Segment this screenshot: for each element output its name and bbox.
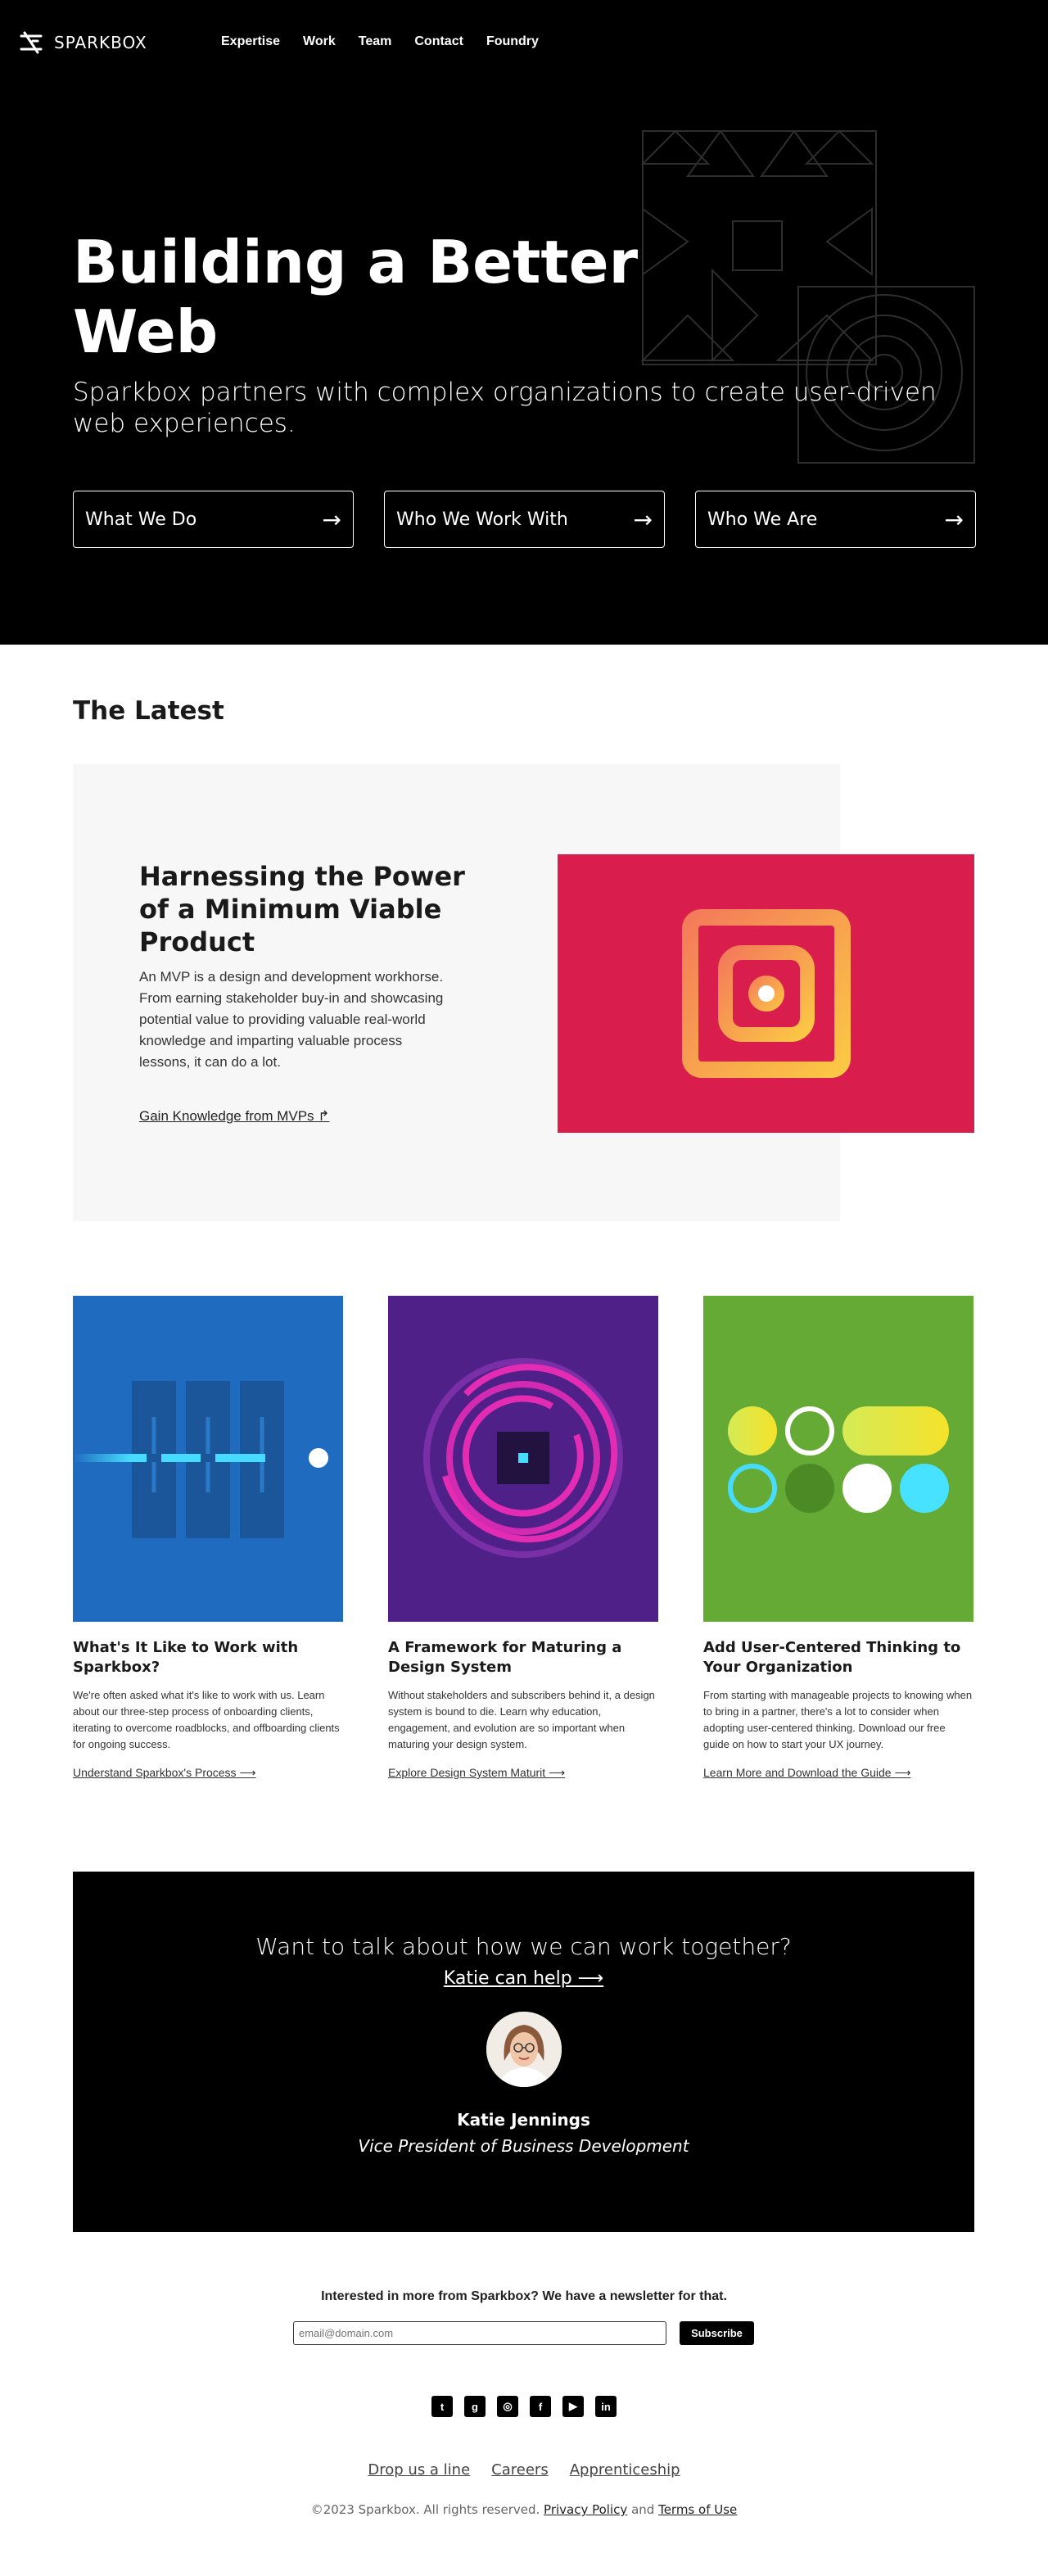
copyright-text: ©2023 Sparkbox. All rights reserved.	[310, 2502, 540, 2517]
copyright: ©2023 Sparkbox. All rights reserved. Pri…	[0, 2502, 1048, 2517]
article-card-title[interactable]: Add User-Centered Thinking to Your Organ…	[703, 1638, 973, 1677]
privacy-policy-link[interactable]: Privacy Policy	[544, 2502, 627, 2517]
contact-katie-link[interactable]: Katie can help ⟶	[444, 1968, 603, 1989]
cta-label: Who We Work With	[396, 509, 568, 530]
main-nav: Expertise Work Team Contact Foundry	[221, 34, 539, 49]
newsletter-form: Subscribe	[293, 2321, 754, 2345]
concentric-rings-icon	[423, 1358, 623, 1558]
article-card: What's It Like to Work with Sparkbox? We…	[73, 1296, 343, 1780]
article-card-link[interactable]: Learn More and Download the Guide ⟶	[703, 1766, 911, 1780]
terms-of-use-link[interactable]: Terms of Use	[658, 2502, 737, 2517]
featured-article-title[interactable]: Harnessing the Power of a Minimum Viable…	[139, 860, 483, 958]
who-we-work-with-button[interactable]: Who We Work With →	[384, 491, 665, 548]
social-links: t g ◎ f ▶ in	[431, 2396, 617, 2417]
latest-heading: The Latest	[73, 696, 224, 726]
process-bars-icon	[73, 1381, 328, 1538]
article-card-description: From starting with manageable projects t…	[703, 1689, 973, 1750]
youtube-icon[interactable]: ▶	[562, 2396, 584, 2417]
site-header: SPARKBOX Expertise Work Team Contact Fou…	[0, 0, 1048, 645]
article-card-title[interactable]: What's It Like to Work with Sparkbox?	[73, 1638, 343, 1677]
apprenticeship-link[interactable]: Apprenticeship	[570, 2461, 680, 2479]
nav-item-foundry[interactable]: Foundry	[486, 34, 539, 49]
person-photo-icon	[486, 2012, 562, 2087]
cta-label: Who We Are	[707, 509, 818, 530]
github-icon[interactable]: g	[464, 2396, 486, 2417]
drop-us-a-line-link[interactable]: Drop us a line	[368, 2461, 470, 2479]
cta-label: What We Do	[85, 509, 197, 530]
arrow-right-icon: →	[322, 505, 341, 533]
article-card: A Framework for Maturing a Design System…	[388, 1296, 658, 1780]
article-card-description: Without stakeholders and subscribers beh…	[388, 1689, 655, 1750]
and-text: and	[631, 2502, 655, 2517]
article-card: Add User-Centered Thinking to Your Organ…	[703, 1296, 973, 1780]
sparkbox-logo[interactable]: SPARKBOX	[16, 28, 147, 57]
contact-question: Want to talk about how we can work toget…	[255, 1933, 792, 1960]
twitter-icon[interactable]: t	[431, 2396, 453, 2417]
nav-item-contact[interactable]: Contact	[414, 34, 463, 49]
dribbble-icon[interactable]: ◎	[497, 2396, 518, 2417]
arrow-right-icon: →	[633, 505, 653, 533]
arrow-right-icon: →	[944, 505, 964, 533]
article-card-image[interactable]	[388, 1296, 658, 1622]
article-cards: What's It Like to Work with Sparkbox? We…	[73, 1296, 973, 1780]
footer-links: Drop us a line Careers Apprenticeship	[0, 2461, 1048, 2479]
sparkbox-logo-icon	[20, 31, 43, 54]
contact-name: Katie Jennings	[457, 2110, 590, 2130]
subscribe-button[interactable]: Subscribe	[680, 2321, 754, 2345]
featured-article-description: An MVP is a design and development workh…	[139, 969, 444, 1070]
avatar	[486, 2012, 562, 2087]
article-card-description: We're often asked what it's like to work…	[73, 1689, 340, 1750]
what-we-do-button[interactable]: What We Do →	[73, 491, 354, 548]
concentric-squares-icon	[681, 909, 851, 1078]
careers-link[interactable]: Careers	[491, 2461, 549, 2479]
article-card-link[interactable]: Explore Design System Maturit ⟶	[388, 1766, 565, 1780]
hero-cta-row: What We Do → Who We Work With → Who We A…	[73, 491, 976, 548]
nav-item-team[interactable]: Team	[359, 34, 392, 49]
nav-item-work[interactable]: Work	[303, 34, 336, 49]
facebook-icon[interactable]: f	[530, 2396, 551, 2417]
brand-name: SPARKBOX	[54, 33, 147, 52]
linkedin-icon[interactable]: in	[595, 2396, 617, 2417]
featured-article-image[interactable]	[558, 854, 974, 1133]
nav-item-expertise[interactable]: Expertise	[221, 34, 280, 49]
article-card-title[interactable]: A Framework for Maturing a Design System	[388, 1638, 658, 1677]
hero-title: Building a Better Web	[73, 228, 639, 366]
article-card-image[interactable]	[73, 1296, 343, 1622]
contact-role: Vice President of Business Development	[358, 2136, 689, 2156]
hero-subtitle: Sparkbox partners with complex organizat…	[73, 378, 937, 438]
who-we-are-button[interactable]: Who We Are →	[695, 491, 976, 548]
article-card-image[interactable]	[703, 1296, 973, 1622]
shapes-grid-icon	[728, 1406, 949, 1513]
email-field[interactable]	[293, 2321, 666, 2345]
contact-section: Want to talk about how we can work toget…	[73, 1872, 974, 2232]
article-card-link[interactable]: Understand Sparkbox's Process ⟶	[73, 1766, 256, 1780]
newsletter-text: Interested in more from Sparkbox? We hav…	[321, 2289, 727, 2303]
featured-article-link[interactable]: Gain Knowledge from MVPs ↱	[139, 1108, 330, 1125]
